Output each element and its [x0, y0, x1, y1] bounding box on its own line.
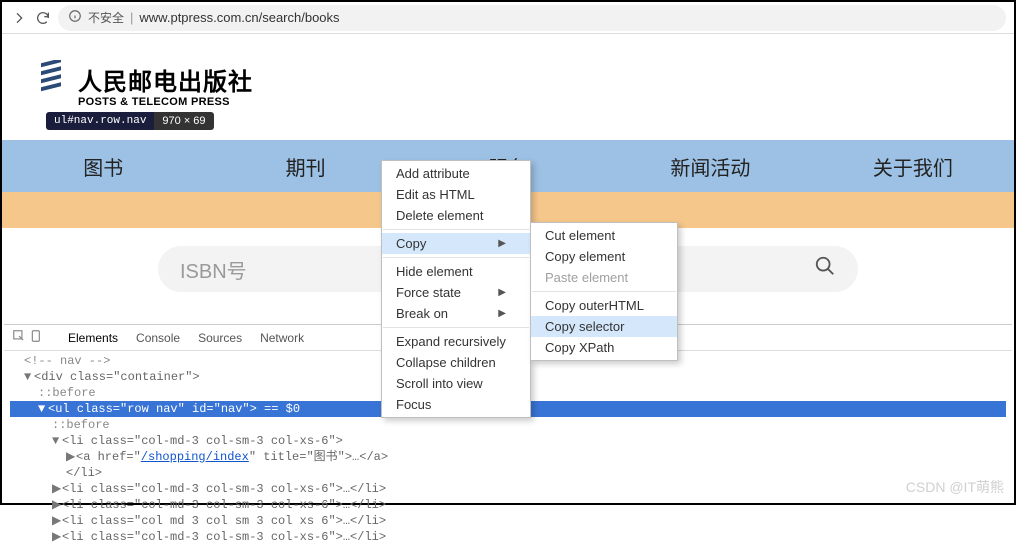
- logo-icon: [38, 60, 70, 98]
- ctx-break-on[interactable]: Break on▶: [382, 303, 530, 324]
- dom-line[interactable]: ▶<a href="/shopping/index" title="图书">…<…: [10, 449, 1006, 465]
- context-menu: Add attribute Edit as HTML Delete elemen…: [381, 160, 531, 418]
- ctx-copy[interactable]: Copy▶: [382, 233, 530, 254]
- ctx-copy-xpath[interactable]: Copy XPath: [531, 337, 677, 358]
- ctx-add-attribute[interactable]: Add attribute: [382, 163, 530, 184]
- nav-item-books[interactable]: 图书: [2, 152, 204, 181]
- dom-line: ::before: [10, 417, 1006, 433]
- tab-console[interactable]: Console: [136, 331, 180, 345]
- ctx-copy-selector[interactable]: Copy selector: [531, 316, 677, 337]
- dom-line[interactable]: ▶<li class="col md 3 col sm 3 col xs 6">…: [10, 513, 1006, 529]
- nav-item-about[interactable]: 关于我们: [812, 152, 1014, 181]
- chevron-right-icon: ▶: [498, 287, 506, 298]
- ctx-paste-element: Paste element: [531, 267, 677, 288]
- tab-sources[interactable]: Sources: [198, 331, 242, 345]
- inspect-toggle-icon[interactable]: [12, 329, 26, 346]
- ctx-hide-element[interactable]: Hide element: [382, 261, 530, 282]
- browser-toolbar: 不安全 | www.ptpress.com.cn/search/books: [2, 2, 1014, 34]
- search-icon[interactable]: [814, 255, 836, 283]
- ctx-focus[interactable]: Focus: [382, 394, 530, 415]
- ctx-scroll-into-view[interactable]: Scroll into view: [382, 373, 530, 394]
- refresh-icon[interactable]: [34, 9, 52, 27]
- search-placeholder: ISBN号: [180, 255, 247, 284]
- insecure-label: 不安全: [88, 9, 124, 26]
- ctx-delete-element[interactable]: Delete element: [382, 205, 530, 226]
- dom-line: </li>: [10, 465, 1006, 481]
- dom-line[interactable]: ▶<li class="col-md-3 col-sm-3 col-xs-6">…: [10, 529, 1006, 545]
- ctx-copy-outerhtml[interactable]: Copy outerHTML: [531, 295, 677, 316]
- tab-elements[interactable]: Elements: [68, 331, 118, 345]
- inspect-selector: ul#nav.row.nav: [46, 112, 154, 130]
- dom-line[interactable]: ▶<li class="col-md-3 col-sm-3 col-xs-6">…: [10, 481, 1006, 497]
- site-logo[interactable]: 人民邮电出版社: [38, 60, 1014, 98]
- inspect-dims: 970 × 69: [154, 112, 213, 130]
- dom-line[interactable]: ▶<li class="col-md-3 col-sm-3 col-xs-6">…: [10, 497, 1006, 513]
- watermark: CSDN @IT萌熊: [906, 477, 1004, 497]
- url-text: www.ptpress.com.cn/search/books: [139, 10, 996, 25]
- ctx-force-state[interactable]: Force state▶: [382, 282, 530, 303]
- ctx-copy-element[interactable]: Copy element: [531, 246, 677, 267]
- tab-network[interactable]: Network: [260, 331, 304, 345]
- chevron-right-icon: ▶: [498, 238, 506, 249]
- context-submenu-copy: Cut element Copy element Paste element C…: [530, 222, 678, 361]
- address-bar[interactable]: 不安全 | www.ptpress.com.cn/search/books: [58, 5, 1006, 31]
- logo-text-en: POSTS & TELECOM PRESS: [78, 96, 1014, 108]
- dom-line[interactable]: ▼<li class="col-md-3 col-sm-3 col-xs-6">: [10, 433, 1006, 449]
- ctx-expand-recursively[interactable]: Expand recursively: [382, 331, 530, 352]
- nav-item-news[interactable]: 新闻活动: [609, 152, 811, 181]
- logo-text-cn: 人民邮电出版社: [78, 62, 253, 97]
- info-icon: [68, 9, 82, 26]
- nav-item-journals[interactable]: 期刊: [204, 152, 406, 181]
- forward-icon[interactable]: [10, 9, 28, 27]
- ctx-edit-html[interactable]: Edit as HTML: [382, 184, 530, 205]
- ctx-collapse-children[interactable]: Collapse children: [382, 352, 530, 373]
- ctx-cut-element[interactable]: Cut element: [531, 225, 677, 246]
- device-toggle-icon[interactable]: [30, 329, 44, 346]
- chevron-right-icon: ▶: [498, 308, 506, 319]
- inspect-tooltip: ul#nav.row.nav 970 × 69: [46, 112, 214, 130]
